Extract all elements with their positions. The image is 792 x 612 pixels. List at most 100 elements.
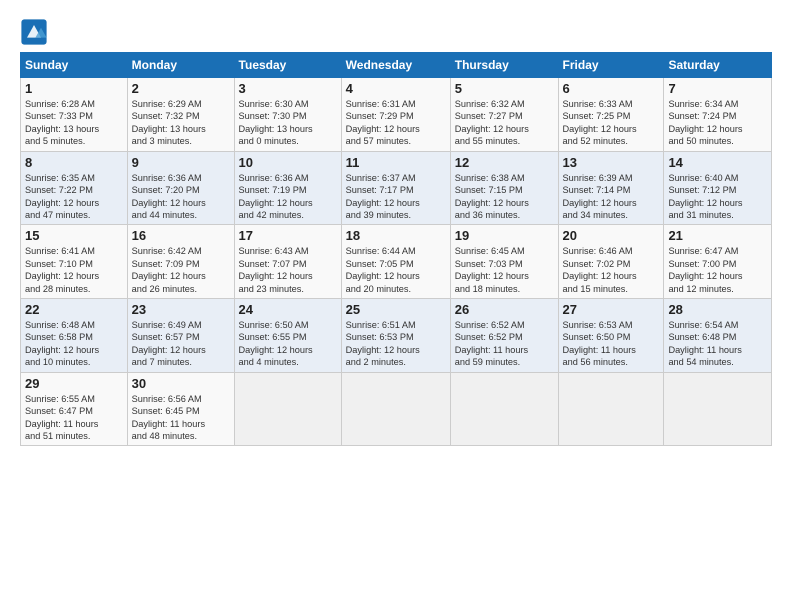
- day-number: 4: [346, 81, 446, 96]
- day-number: 18: [346, 228, 446, 243]
- calendar-week-row: 29 Sunrise: 6:55 AM Sunset: 6:47 PM Dayli…: [21, 372, 772, 446]
- col-thursday: Thursday: [450, 53, 558, 78]
- table-row: 16Sunrise: 6:42 AM Sunset: 7:09 PM Dayli…: [127, 225, 234, 299]
- table-row: 26 Sunrise: 6:52 AM Sunset: 6:52 PM Dayli…: [450, 299, 558, 373]
- day-info: Sunrise: 6:44 AM Sunset: 7:05 PM Dayligh…: [346, 245, 446, 295]
- table-row: 10 Sunrise: 6:36 AM Sunset: 7:19 PM Dayli…: [234, 151, 341, 225]
- day-number: 16: [132, 228, 230, 243]
- table-row: 20 Sunrise: 6:46 AM Sunset: 7:02 PM Dayli…: [558, 225, 664, 299]
- day-info: Sunrise: 6:38 AM Sunset: 7:15 PM Dayligh…: [455, 172, 554, 222]
- day-info: Sunrise: 6:51 AM Sunset: 6:53 PM Dayligh…: [346, 319, 446, 369]
- day-info: Sunrise: 6:28 AM Sunset: 7:33 PM Dayligh…: [25, 98, 123, 148]
- col-friday: Friday: [558, 53, 664, 78]
- day-info: Sunrise: 6:49 AM Sunset: 6:57 PM Dayligh…: [132, 319, 230, 369]
- table-row: 2 Sunrise: 6:29 AM Sunset: 7:32 PM Daylig…: [127, 78, 234, 152]
- day-info: Sunrise: 6:32 AM Sunset: 7:27 PM Dayligh…: [455, 98, 554, 148]
- table-row: 7 Sunrise: 6:34 AM Sunset: 7:24 PM Daylig…: [664, 78, 772, 152]
- day-number: 1: [25, 81, 123, 96]
- table-row: 18 Sunrise: 6:44 AM Sunset: 7:05 PM Dayli…: [341, 225, 450, 299]
- table-row: 14 Sunrise: 6:40 AM Sunset: 7:12 PM Dayli…: [664, 151, 772, 225]
- day-number: 6: [563, 81, 660, 96]
- day-info: Sunrise: 6:36 AM Sunset: 7:20 PM Dayligh…: [132, 172, 230, 222]
- day-number: 29: [25, 376, 123, 391]
- day-number: 27: [563, 302, 660, 317]
- table-row: 15Sunrise: 6:41 AM Sunset: 7:10 PM Dayli…: [21, 225, 128, 299]
- day-number: 25: [346, 302, 446, 317]
- day-info: Sunrise: 6:43 AM Sunset: 7:07 PM Dayligh…: [239, 245, 337, 295]
- day-number: 8: [25, 155, 123, 170]
- calendar-week-row: 22 Sunrise: 6:48 AM Sunset: 6:58 PM Dayli…: [21, 299, 772, 373]
- day-number: 22: [25, 302, 123, 317]
- table-row: 12 Sunrise: 6:38 AM Sunset: 7:15 PM Dayli…: [450, 151, 558, 225]
- day-number: 13: [563, 155, 660, 170]
- table-row: 29 Sunrise: 6:55 AM Sunset: 6:47 PM Dayli…: [21, 372, 128, 446]
- table-row: 25 Sunrise: 6:51 AM Sunset: 6:53 PM Dayli…: [341, 299, 450, 373]
- day-number: 2: [132, 81, 230, 96]
- day-number: 28: [668, 302, 767, 317]
- day-number: 9: [132, 155, 230, 170]
- day-info: Sunrise: 6:37 AM Sunset: 7:17 PM Dayligh…: [346, 172, 446, 222]
- table-row: 17 Sunrise: 6:43 AM Sunset: 7:07 PM Dayli…: [234, 225, 341, 299]
- logo: [20, 18, 51, 46]
- col-sunday: Sunday: [21, 53, 128, 78]
- day-number: 23: [132, 302, 230, 317]
- table-row: 23 Sunrise: 6:49 AM Sunset: 6:57 PM Dayli…: [127, 299, 234, 373]
- day-number: 12: [455, 155, 554, 170]
- day-info: Sunrise: 6:53 AM Sunset: 6:50 PM Dayligh…: [563, 319, 660, 369]
- table-row: [450, 372, 558, 446]
- table-row: 8 Sunrise: 6:35 AM Sunset: 7:22 PM Daylig…: [21, 151, 128, 225]
- day-info: Sunrise: 6:50 AM Sunset: 6:55 PM Dayligh…: [239, 319, 337, 369]
- table-row: 27 Sunrise: 6:53 AM Sunset: 6:50 PM Dayli…: [558, 299, 664, 373]
- day-number: 15: [25, 228, 123, 243]
- table-row: 5 Sunrise: 6:32 AM Sunset: 7:27 PM Daylig…: [450, 78, 558, 152]
- col-wednesday: Wednesday: [341, 53, 450, 78]
- table-row: 21 Sunrise: 6:47 AM Sunset: 7:00 PM Dayli…: [664, 225, 772, 299]
- day-number: 17: [239, 228, 337, 243]
- day-number: 24: [239, 302, 337, 317]
- table-row: 4 Sunrise: 6:31 AM Sunset: 7:29 PM Daylig…: [341, 78, 450, 152]
- day-info: Sunrise: 6:34 AM Sunset: 7:24 PM Dayligh…: [668, 98, 767, 148]
- day-info: Sunrise: 6:29 AM Sunset: 7:32 PM Dayligh…: [132, 98, 230, 148]
- day-number: 20: [563, 228, 660, 243]
- day-info: Sunrise: 6:47 AM Sunset: 7:00 PM Dayligh…: [668, 245, 767, 295]
- header: [20, 18, 772, 46]
- day-number: 26: [455, 302, 554, 317]
- day-info: Sunrise: 6:30 AM Sunset: 7:30 PM Dayligh…: [239, 98, 337, 148]
- day-info: Sunrise: 6:46 AM Sunset: 7:02 PM Dayligh…: [563, 245, 660, 295]
- table-row: 3 Sunrise: 6:30 AM Sunset: 7:30 PM Daylig…: [234, 78, 341, 152]
- table-row: 19 Sunrise: 6:45 AM Sunset: 7:03 PM Dayli…: [450, 225, 558, 299]
- table-row: 30Sunrise: 6:56 AM Sunset: 6:45 PM Dayli…: [127, 372, 234, 446]
- logo-icon: [20, 18, 48, 46]
- day-info: Sunrise: 6:36 AM Sunset: 7:19 PM Dayligh…: [239, 172, 337, 222]
- day-info: Sunrise: 6:55 AM Sunset: 6:47 PM Dayligh…: [25, 393, 123, 443]
- day-number: 19: [455, 228, 554, 243]
- day-info: Sunrise: 6:40 AM Sunset: 7:12 PM Dayligh…: [668, 172, 767, 222]
- day-info: Sunrise: 6:54 AM Sunset: 6:48 PM Dayligh…: [668, 319, 767, 369]
- day-info: Sunrise: 6:33 AM Sunset: 7:25 PM Dayligh…: [563, 98, 660, 148]
- table-row: [234, 372, 341, 446]
- table-row: 13Sunrise: 6:39 AM Sunset: 7:14 PM Dayli…: [558, 151, 664, 225]
- table-row: 24 Sunrise: 6:50 AM Sunset: 6:55 PM Dayli…: [234, 299, 341, 373]
- day-info: Sunrise: 6:35 AM Sunset: 7:22 PM Dayligh…: [25, 172, 123, 222]
- day-number: 7: [668, 81, 767, 96]
- day-info: Sunrise: 6:31 AM Sunset: 7:29 PM Dayligh…: [346, 98, 446, 148]
- day-number: 11: [346, 155, 446, 170]
- day-info: Sunrise: 6:48 AM Sunset: 6:58 PM Dayligh…: [25, 319, 123, 369]
- calendar-header-row: Sunday Monday Tuesday Wednesday Thursday…: [21, 53, 772, 78]
- calendar-week-row: 15Sunrise: 6:41 AM Sunset: 7:10 PM Dayli…: [21, 225, 772, 299]
- col-tuesday: Tuesday: [234, 53, 341, 78]
- day-number: 10: [239, 155, 337, 170]
- day-info: Sunrise: 6:45 AM Sunset: 7:03 PM Dayligh…: [455, 245, 554, 295]
- table-row: 22 Sunrise: 6:48 AM Sunset: 6:58 PM Dayli…: [21, 299, 128, 373]
- col-saturday: Saturday: [664, 53, 772, 78]
- table-row: 28 Sunrise: 6:54 AM Sunset: 6:48 PM Dayli…: [664, 299, 772, 373]
- table-row: 9 Sunrise: 6:36 AM Sunset: 7:20 PM Daylig…: [127, 151, 234, 225]
- day-number: 14: [668, 155, 767, 170]
- page: Sunday Monday Tuesday Wednesday Thursday…: [0, 0, 792, 612]
- day-info: Sunrise: 6:52 AM Sunset: 6:52 PM Dayligh…: [455, 319, 554, 369]
- day-number: 21: [668, 228, 767, 243]
- day-number: 3: [239, 81, 337, 96]
- table-row: [341, 372, 450, 446]
- day-number: 5: [455, 81, 554, 96]
- table-row: [664, 372, 772, 446]
